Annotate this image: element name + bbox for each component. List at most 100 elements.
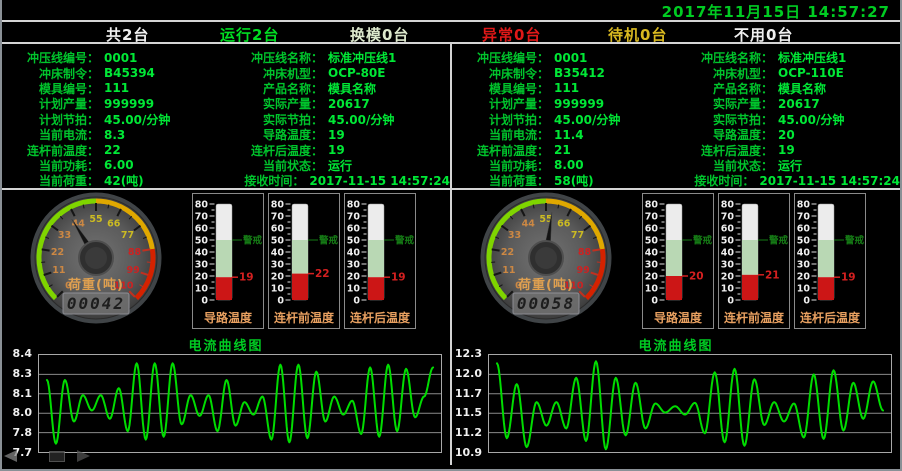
y-tick-label: 10.9 [455, 446, 482, 459]
info-value: 2017-11-15 14:57:24 [759, 174, 900, 188]
gauge-tick-label: 66 [557, 218, 571, 229]
info-section: 冲压线编号：0001冲床制令：B45394模具编号：111计划产量：999999… [2, 44, 450, 190]
thermo-scale-label: 20 [347, 272, 361, 283]
y-tick-label: 7.8 [13, 426, 33, 439]
thermo-scale-label: 60 [645, 224, 659, 235]
file-box-icon[interactable] [49, 451, 65, 462]
info-row: 导路温度：19 [226, 127, 450, 142]
back-arrow-icon[interactable] [4, 450, 17, 462]
load-gauge: 0112233445566778899110荷重(吨)00042 [4, 190, 188, 332]
info-row: 冲床机型：OCP-80E [226, 65, 450, 80]
info-row: 冲压线名称：标准冲压线1 [226, 50, 450, 65]
gauge-title: 荷重(吨) [67, 277, 124, 293]
thermo-value: 22 [315, 268, 330, 280]
thermo-title: 连杆前温度 [274, 310, 335, 325]
info-row: 当前状态：运行 [676, 158, 900, 173]
thermo-scale-label: 70 [797, 212, 811, 223]
info-value: 8.3 [104, 128, 125, 142]
thermo-value: 19 [391, 272, 406, 284]
thermo-value: 19 [239, 272, 254, 284]
chart-title: 电流曲线图 [452, 332, 900, 352]
gauge-tick-label: 22 [51, 247, 64, 258]
forward-arrow-icon[interactable] [77, 450, 90, 462]
info-row: 接收时间： 2017-11-15 14:57:24 [676, 173, 900, 188]
thermo-warning-label: 警戒 [319, 235, 339, 247]
thermo-scale-label: 80 [645, 200, 659, 211]
info-value: 20 [778, 128, 795, 142]
gauge-tick-label: 11 [52, 265, 65, 276]
info-row: 冲床制令：B45394 [2, 65, 226, 80]
thermo-band [742, 240, 758, 275]
thermo-title: 连杆后温度 [350, 310, 411, 325]
gauge-tick [42, 249, 50, 250]
thermo-scale-label: 0 [803, 296, 810, 307]
info-row: 当前电流：11.4 [452, 127, 676, 142]
current-waveform [47, 363, 433, 443]
thermometer-svg: 01020304050607080警戒19连杆后温度 [345, 194, 415, 328]
info-row: 冲床制令：B35412 [452, 65, 676, 80]
info-value: OCP-80E [328, 66, 385, 80]
info-row: 实际产量：20617 [226, 96, 450, 111]
status-item: 共2台 [106, 24, 149, 45]
info-value: 标准冲压线1 [328, 49, 396, 66]
thermo-fill [666, 276, 682, 300]
info-row: 实际节拍：45.00/分钟 [676, 112, 900, 127]
thermo-warning-label: 警戒 [243, 235, 263, 247]
thermo-scale-label: 10 [721, 284, 735, 295]
thermo-value: 21 [765, 269, 780, 281]
thermo-scale-label: 70 [271, 212, 285, 223]
thermo-fill [742, 275, 758, 300]
info-row: 连杆前温度：21 [452, 142, 676, 157]
thermometer: 01020304050607080警戒19连杆后温度 [344, 193, 416, 329]
thermo-band [818, 240, 834, 277]
thermo-scale-label: 70 [645, 212, 659, 223]
machine-panel-1: 冲压线编号：0001冲床制令：B45394模具编号：111计划产量：999999… [2, 44, 450, 465]
thermo-scale-label: 60 [347, 224, 361, 235]
thermo-band [216, 240, 232, 277]
info-row: 冲压线编号：0001 [452, 50, 676, 65]
status-item: 不用0台 [734, 24, 793, 45]
main-area: 冲压线编号：0001冲床制令：B45394模具编号：111计划产量：999999… [2, 44, 900, 465]
thermo-value: 19 [841, 272, 856, 284]
thermometer-svg: 01020304050607080警戒20导路温度 [643, 194, 713, 328]
status-item: 运行2台 [220, 24, 279, 45]
info-section: 冲压线编号：0001冲床制令：B35412模具编号：111计划产量：999999… [452, 44, 900, 190]
y-tick-label: 12.3 [455, 347, 482, 360]
gauge-tick-label: 88 [578, 247, 592, 258]
info-value: 20617 [328, 97, 370, 111]
info-row: 计划产量：999999 [2, 96, 226, 111]
load-gauge: 0112233445566778899110荷重(吨)00058 [454, 190, 638, 332]
info-value: OCP-110E [778, 66, 844, 80]
gauge-tick [492, 249, 500, 250]
info-value: 20617 [778, 97, 820, 111]
title-bar: 2017年11月15日 14:57:27 [2, 0, 900, 22]
gauge-tick-label: 33 [58, 230, 71, 241]
thermo-scale-label: 60 [195, 224, 209, 235]
thermo-scale-label: 50 [347, 236, 361, 247]
thermo-fill [368, 277, 384, 300]
thermo-scale-label: 30 [721, 260, 735, 271]
thermo-scale-label: 20 [721, 272, 735, 283]
plot-area [38, 354, 442, 453]
info-value: 模具名称 [328, 80, 376, 97]
waveform-svg [489, 355, 891, 452]
info-column: 冲压线编号：0001冲床制令：B35412模具编号：111计划产量：999999… [452, 50, 676, 188]
thermo-scale-label: 10 [645, 284, 659, 295]
info-value: 6.00 [104, 158, 134, 172]
info-label: 接收时间： [676, 172, 754, 189]
thermo-scale-label: 70 [721, 212, 735, 223]
thermo-scale-label: 0 [353, 296, 360, 307]
info-value: 8.00 [554, 158, 584, 172]
thermo-scale-label: 20 [797, 272, 811, 283]
nav-overlay [4, 450, 90, 462]
info-value: 45.00/分钟 [554, 111, 620, 128]
info-value: 模具名称 [778, 80, 826, 97]
thermo-warning-label: 警戒 [845, 235, 865, 247]
info-value: 19 [778, 143, 795, 157]
info-row: 连杆前温度：22 [2, 142, 226, 157]
info-row: 冲床机型：OCP-110E [676, 65, 900, 80]
gauge-tick-label: 99 [126, 265, 139, 276]
info-value: 45.00/分钟 [104, 111, 170, 128]
thermo-warning-label: 警戒 [395, 235, 415, 247]
gauge-odometer: 00058 [517, 294, 575, 313]
